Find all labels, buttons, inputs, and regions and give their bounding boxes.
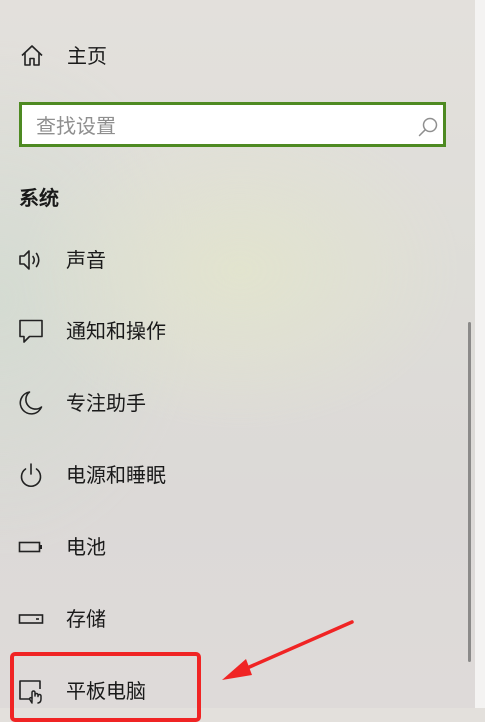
speaker-icon bbox=[19, 250, 40, 270]
search-box[interactable] bbox=[19, 102, 446, 147]
section-title: 系统 bbox=[19, 186, 59, 210]
nav-item-notifications[interactable]: 通知和操作 bbox=[0, 305, 460, 357]
battery-icon bbox=[18, 541, 42, 553]
storage-icon bbox=[18, 614, 44, 624]
nav-item-battery[interactable]: 电池 bbox=[0, 521, 460, 573]
home-label: 主页 bbox=[67, 44, 107, 68]
nav-item-tablet[interactable]: 平板电脑 bbox=[0, 665, 460, 717]
nav-item-label: 通知和操作 bbox=[66, 319, 166, 343]
tablet-icon bbox=[19, 680, 42, 704]
nav-item-label: 存储 bbox=[66, 607, 106, 631]
search-icon[interactable] bbox=[417, 116, 439, 138]
scrollbar[interactable] bbox=[468, 322, 471, 662]
power-icon bbox=[20, 463, 42, 487]
home-icon bbox=[21, 45, 43, 66]
notification-icon bbox=[19, 319, 43, 343]
nav-item-label: 电池 bbox=[66, 535, 106, 559]
nav-item-focus-assist[interactable]: 专注助手 bbox=[0, 377, 460, 429]
nav-item-label: 电源和睡眠 bbox=[66, 463, 166, 487]
nav-item-label: 声音 bbox=[66, 248, 106, 272]
nav-home[interactable]: 主页 bbox=[0, 34, 460, 78]
nav-item-label: 平板电脑 bbox=[66, 679, 146, 703]
nav-item-power-sleep[interactable]: 电源和睡眠 bbox=[0, 449, 460, 501]
nav-item-label: 专注助手 bbox=[66, 391, 146, 415]
nav-item-storage[interactable]: 存储 bbox=[0, 593, 460, 645]
moon-icon bbox=[19, 391, 43, 415]
nav-item-sound[interactable]: 声音 bbox=[0, 234, 460, 286]
window-edge bbox=[475, 0, 485, 708]
search-input[interactable] bbox=[36, 112, 396, 140]
